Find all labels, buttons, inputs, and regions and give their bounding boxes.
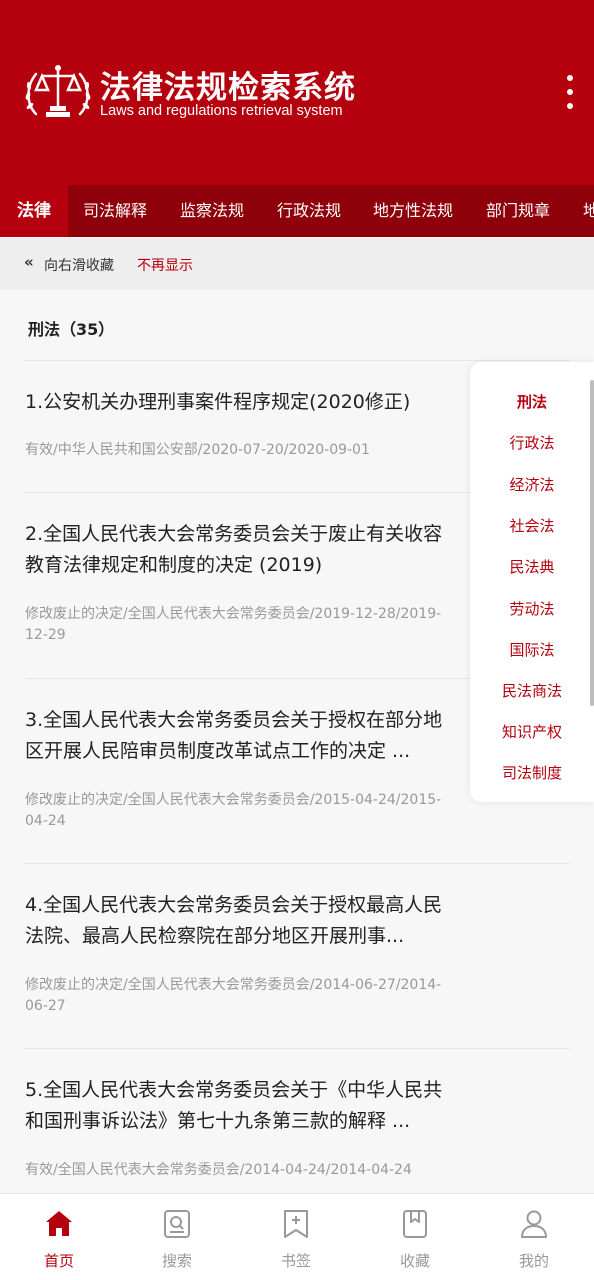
divider <box>25 1048 570 1049</box>
category-criminal-law[interactable]: 刑法 <box>470 391 594 412</box>
list-item-meta: 有效/中华人民共和国公安部/2020-07-20/2020-09-01 <box>25 442 370 458</box>
user-icon <box>521 1210 547 1238</box>
scales-of-justice-emblem-icon <box>25 65 91 117</box>
tab-law[interactable]: 法律 <box>0 185 68 237</box>
nav-search[interactable]: 搜索 <box>118 1194 236 1280</box>
nav-profile[interactable]: 我的 <box>475 1194 593 1280</box>
app-header: 法律法规检索系统 Laws and regulations retrieval … <box>0 0 594 185</box>
tab-judicial-interpretation[interactable]: 司法解释 <box>83 185 147 237</box>
nav-home[interactable]: 首页 <box>0 1194 118 1280</box>
tab-administrative-regulations[interactable]: 行政法规 <box>277 185 341 237</box>
category-administrative-law[interactable]: 行政法 <box>470 432 594 453</box>
category-economic-law[interactable]: 经济法 <box>470 474 594 495</box>
divider <box>25 360 570 361</box>
list-item-title[interactable]: 3.全国人民代表大会常务委员会关于授权在部分地区开展人民陪审员制度改革试点工作的… <box>25 705 445 767</box>
nav-label: 我的 <box>518 1252 549 1270</box>
category-tab-bar: 法律 司法解释 监察法规 行政法规 地方性法规 部门规章 地 <box>0 185 594 237</box>
list-item-title[interactable]: 5.全国人民代表大会常务委员会关于《中华人民共和国刑事诉讼法》第七十九条第三款的… <box>25 1075 445 1137</box>
category-civil-code[interactable]: 民法典 <box>470 556 594 577</box>
dismiss-hint-button[interactable]: 不再显示 <box>137 255 193 275</box>
list-item-title[interactable]: 4.全国人民代表大会常务委员会关于授权最高人民法院、最高人民检察院在部分地区开展… <box>25 890 445 952</box>
category-judicial-system[interactable]: 司法制度 <box>470 762 594 783</box>
app-title: 法律法规检索系统 <box>100 70 356 106</box>
double-chevron-left-icon: « <box>24 253 33 271</box>
category-international-law[interactable]: 国际法 <box>470 639 594 660</box>
bottom-nav: 首页 搜索 书签 收藏 我的 <box>0 1193 594 1280</box>
nav-label: 书签 <box>280 1252 311 1270</box>
scrollbar[interactable] <box>590 380 594 706</box>
nav-label: 搜索 <box>161 1252 192 1270</box>
tab-department-rules[interactable]: 部门规章 <box>486 185 550 237</box>
tab-local-regulations[interactable]: 地方性法规 <box>373 185 453 237</box>
list-item-meta: 修改废止的决定/全国人民代表大会常务委员会/2019-12-28/2019-12… <box>25 606 442 643</box>
section-title: 刑法（35） <box>28 320 115 339</box>
list-item-meta: 修改废止的决定/全国人民代表大会常务委员会/2015-04-24/2015-04… <box>25 792 442 829</box>
nav-label: 收藏 <box>399 1252 430 1270</box>
nav-favorites[interactable]: 收藏 <box>356 1194 474 1280</box>
bookmark-add-icon <box>284 1210 308 1238</box>
list-item-title[interactable]: 1.公安机关办理刑事案件程序规定(2020修正) <box>25 387 445 418</box>
tab-more-partial[interactable]: 地 <box>583 185 594 237</box>
category-intellectual-property[interactable]: 知识产权 <box>470 721 594 742</box>
search-icon <box>164 1210 190 1238</box>
nav-label: 首页 <box>43 1252 74 1270</box>
divider <box>25 863 570 864</box>
home-icon <box>46 1211 72 1236</box>
list-item-meta: 修改废止的决定/全国人民代表大会常务委员会/2014-06-27/2014-06… <box>25 977 442 1014</box>
category-labor-law[interactable]: 劳动法 <box>470 598 594 619</box>
nav-bookmarks[interactable]: 书签 <box>237 1194 355 1280</box>
category-civil-commercial-law[interactable]: 民法商法 <box>470 680 594 701</box>
tab-supervision-regulations[interactable]: 监察法规 <box>180 185 244 237</box>
app-subtitle: Laws and regulations retrieval system <box>100 103 343 119</box>
favorites-icon <box>403 1210 427 1238</box>
list-item-title[interactable]: 2.全国人民代表大会常务委员会关于废止有关收容教育法律规定和制度的决定 (201… <box>25 519 445 581</box>
category-social-law[interactable]: 社会法 <box>470 515 594 536</box>
category-index-panel: 刑法 行政法 经济法 社会法 民法典 劳动法 国际法 民法商法 知识产权 司法制… <box>470 362 594 802</box>
swipe-hint-bar: « 向右滑收藏 不再显示 <box>0 238 594 290</box>
swipe-hint-text: 向右滑收藏 <box>44 258 114 274</box>
more-vertical-icon[interactable] <box>556 72 584 112</box>
list-item-meta: 有效/全国人民代表大会常务委员会/2014-04-24/2014-04-24 <box>25 1162 412 1178</box>
